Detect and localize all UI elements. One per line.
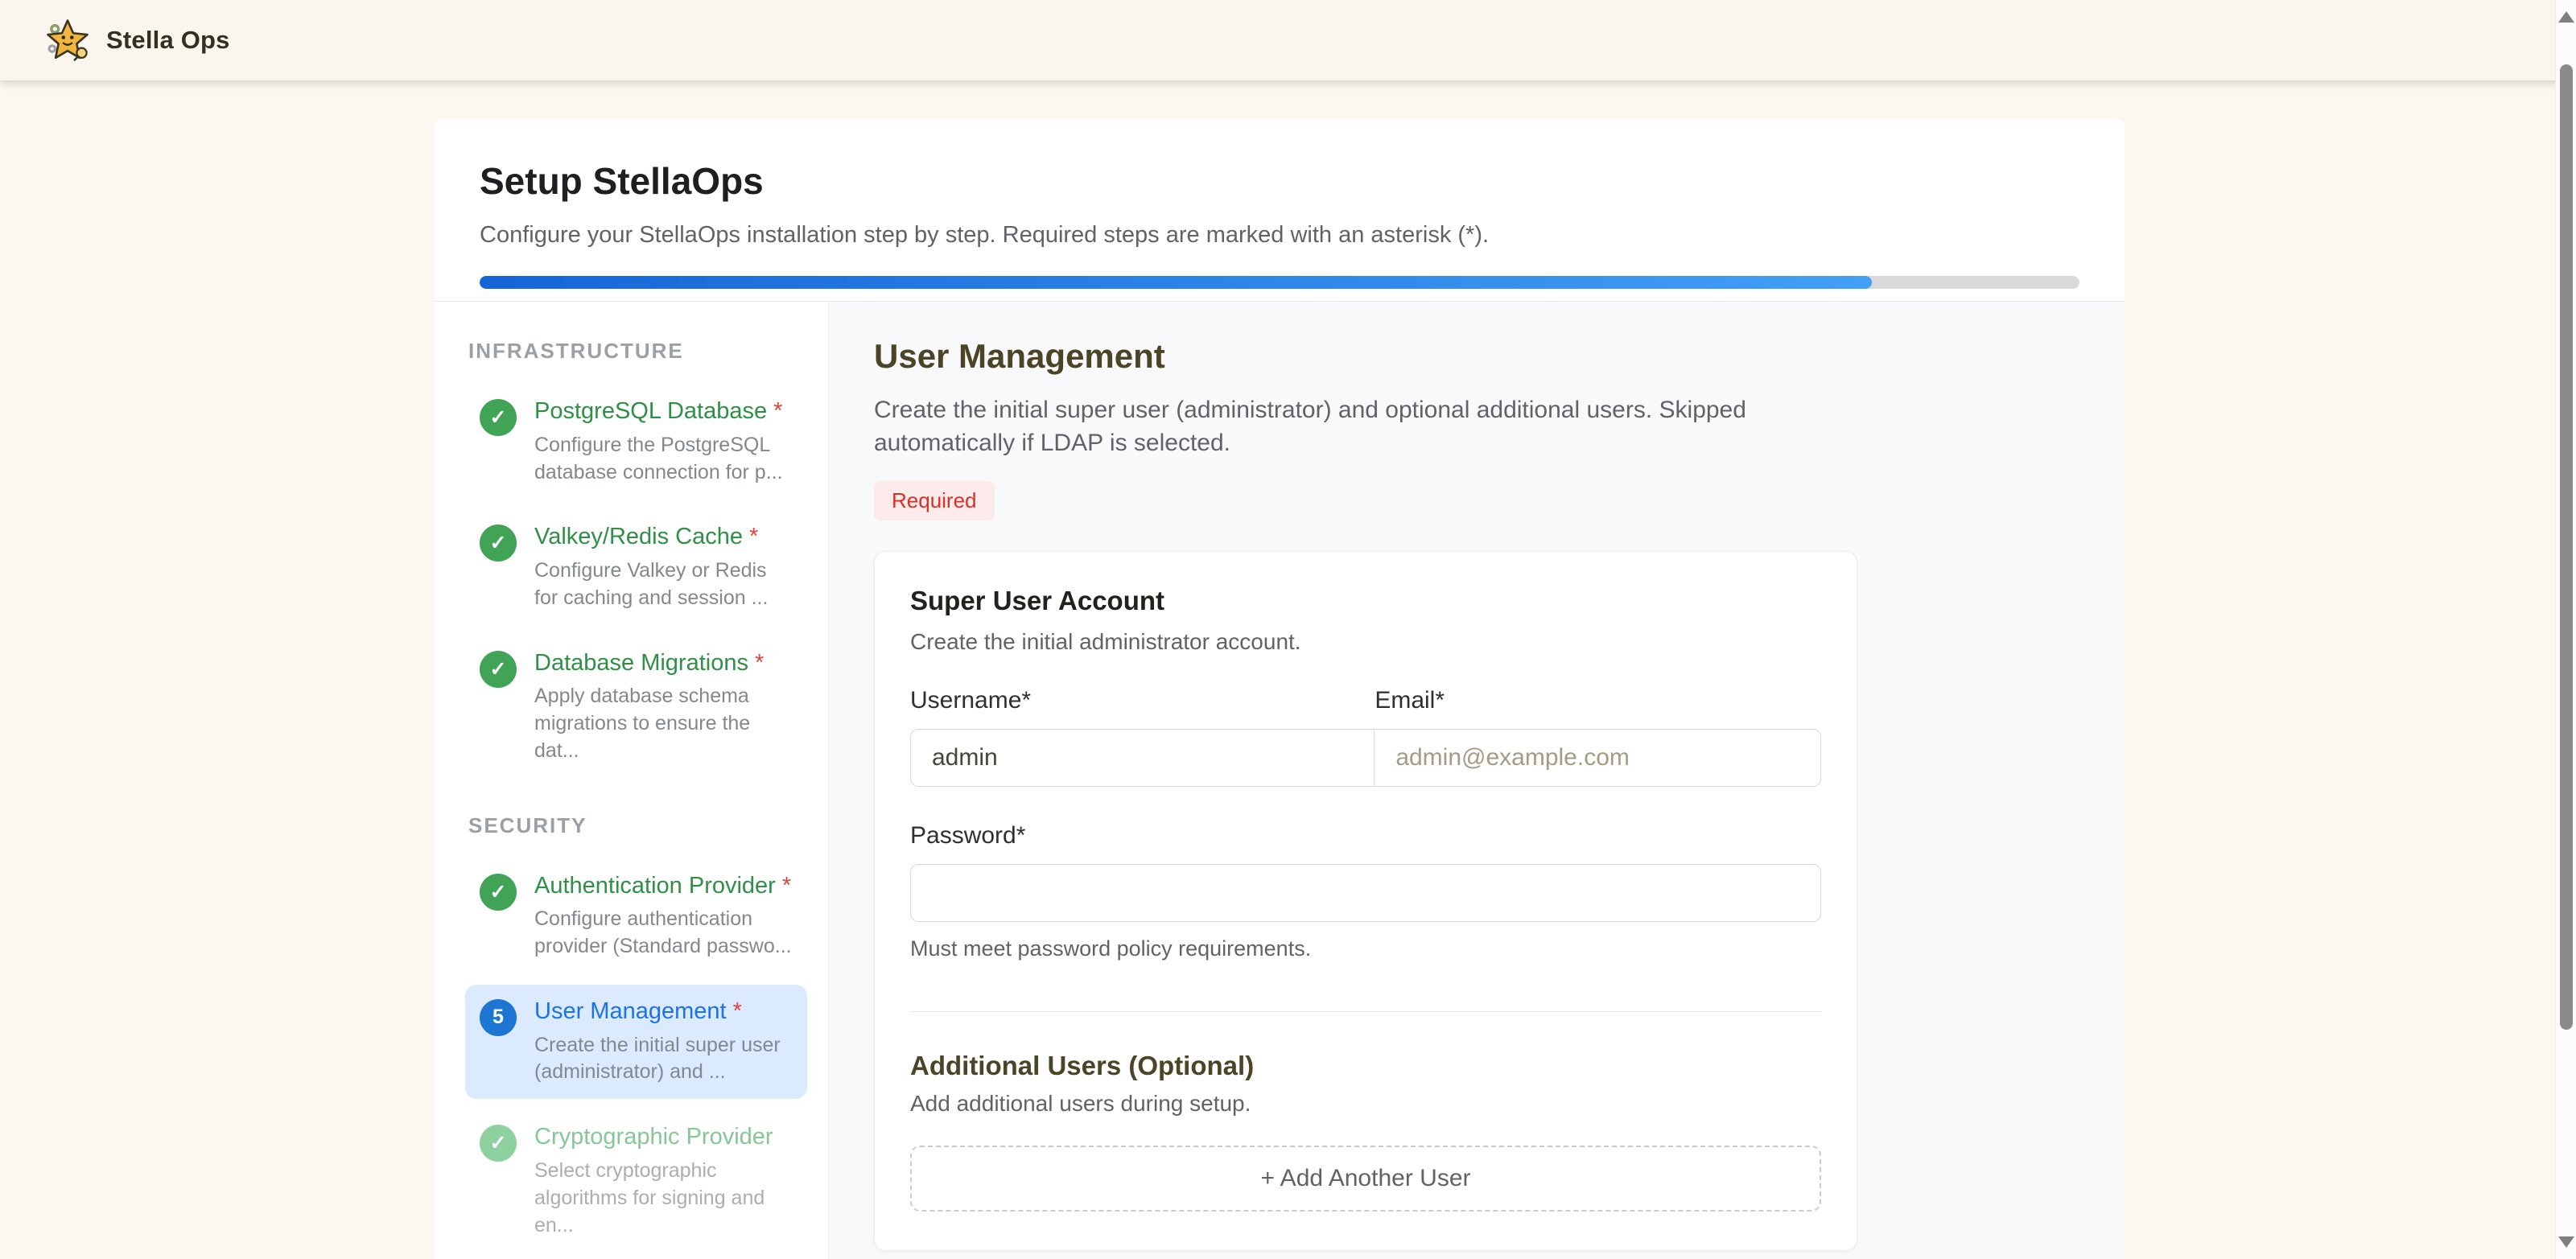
add-another-user-button[interactable]: + Add Another User xyxy=(910,1146,1821,1212)
required-asterisk: * xyxy=(782,873,791,899)
sidebar-item-description: Configure Valkey or Redis for caching an… xyxy=(534,557,793,612)
setup-steps-sidebar: INFRASTRUCTURE ✓ PostgreSQL Database* Confi… xyxy=(435,302,829,1259)
step-number-badge: 5 xyxy=(480,999,517,1036)
sidebar-item-database-migrations[interactable]: ✓ Database Migrations* Apply database sche… xyxy=(465,636,807,778)
step-check-icon: ✓ xyxy=(480,525,517,562)
step-description: Create the initial super user (administr… xyxy=(874,393,1771,460)
page-scrollbar[interactable] xyxy=(2555,0,2576,1259)
required-badge: Required xyxy=(874,481,995,520)
section-divider xyxy=(910,1011,1821,1012)
sidebar-item-valkey-redis-cache[interactable]: ✓ Valkey/Redis Cache* Configure Valkey or … xyxy=(465,510,807,624)
password-hint: Must meet password policy requirements. xyxy=(910,936,1821,961)
super-user-panel: Super User Account Create the initial ad… xyxy=(874,551,1857,1251)
sidebar-item-title: Database Migrations* xyxy=(534,649,793,677)
scrollbar-down-arrow-icon[interactable] xyxy=(2558,1236,2574,1248)
password-label: Password* xyxy=(910,822,1821,850)
step-check-icon: ✓ xyxy=(480,874,517,911)
sidebar-item-user-management[interactable]: 5 User Management* Create the initial supe… xyxy=(465,985,807,1099)
stella-ops-logo-icon xyxy=(45,18,90,63)
setup-card: Setup StellaOps Configure your StellaOps… xyxy=(435,119,2125,1259)
sidebar-item-title: Authentication Provider* xyxy=(534,872,793,900)
sidebar-item-title: Valkey/Redis Cache* xyxy=(534,523,793,551)
required-asterisk: * xyxy=(773,398,782,424)
app-name: Stella Ops xyxy=(106,26,230,55)
sidebar-item-authentication-provider[interactable]: ✓ Authentication Provider* Configure authe… xyxy=(465,859,807,973)
sidebar-item-description: Create the initial super user (administr… xyxy=(534,1032,793,1087)
sidebar-section-title: INFRASTRUCTURE xyxy=(468,339,807,364)
sidebar-item-description: Apply database schema migrations to ensu… xyxy=(534,683,793,764)
sidebar-item-description: Configure the PostgreSQL database connec… xyxy=(534,432,793,487)
step-title: User Management xyxy=(874,337,2125,376)
setup-progress-bar xyxy=(480,276,2079,289)
sidebar-item-title: Cryptographic Provider xyxy=(534,1123,793,1151)
password-field[interactable] xyxy=(910,864,1821,922)
step-check-icon: ✓ xyxy=(480,1125,517,1162)
scrollbar-up-arrow-icon[interactable] xyxy=(2558,11,2574,23)
sidebar-item-postgresql-database[interactable]: ✓ PostgreSQL Database* Configure the Postg… xyxy=(465,385,807,499)
required-asterisk: * xyxy=(755,650,764,676)
email-label: Email* xyxy=(1375,687,1445,714)
username-field[interactable] xyxy=(910,729,1375,787)
page-subtitle: Configure your StellaOps installation st… xyxy=(480,222,2079,249)
app-topbar: Stella Ops xyxy=(0,0,2576,80)
sidebar-item-description: Select cryptographic algorithms for sign… xyxy=(534,1158,793,1239)
sidebar-item-title: PostgreSQL Database* xyxy=(534,397,793,426)
username-label: Username* xyxy=(910,687,1031,714)
required-asterisk: * xyxy=(749,524,758,549)
required-asterisk: * xyxy=(733,998,742,1024)
additional-users-title: Additional Users (Optional) xyxy=(910,1051,1821,1081)
step-check-icon: ✓ xyxy=(480,399,517,436)
sidebar-item-title: User Management* xyxy=(534,998,793,1026)
sidebar-item-cryptographic-provider[interactable]: ✓ Cryptographic Provider Select cryptograp… xyxy=(465,1110,807,1252)
setup-header: Setup StellaOps Configure your StellaOps… xyxy=(435,119,2125,302)
app-screen: Stella Ops Setup StellaOps Configure you… xyxy=(0,0,2576,1259)
sidebar-section: INFRASTRUCTURE ✓ PostgreSQL Database* Confi… xyxy=(465,339,807,778)
setup-progress-fill xyxy=(480,276,1872,289)
super-user-title: Super User Account xyxy=(910,586,1821,616)
page-title: Setup StellaOps xyxy=(480,159,2079,203)
scrollbar-thumb[interactable] xyxy=(2560,64,2573,1030)
step-check-icon: ✓ xyxy=(480,651,517,688)
sidebar-section: SECURITY ✓ Authentication Provider* Configu… xyxy=(465,813,807,1259)
super-user-subtitle: Create the initial administrator account… xyxy=(910,629,1821,655)
sidebar-section-title: SECURITY xyxy=(468,813,807,838)
step-content: User Management Create the initial super… xyxy=(829,302,2125,1259)
additional-users-subtitle: Add additional users during setup. xyxy=(910,1091,1821,1117)
email-field[interactable] xyxy=(1375,729,1821,787)
sidebar-item-description: Configure authentication provider (Stand… xyxy=(534,906,793,961)
